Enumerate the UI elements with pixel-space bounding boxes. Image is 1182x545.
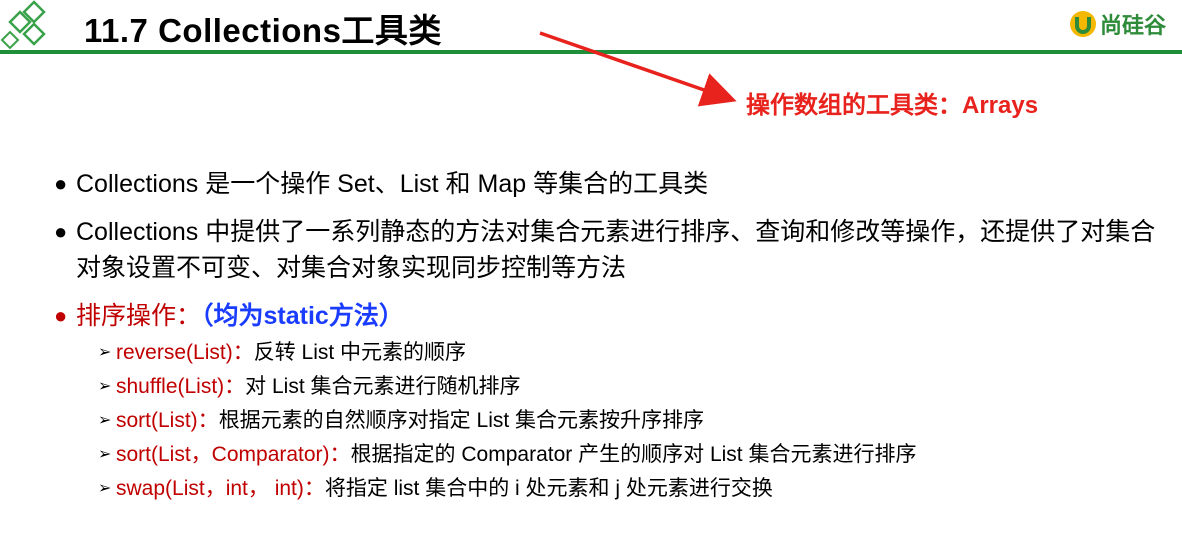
bullet-item: ● Collections 中提供了一系列静态的方法对集合元素进行排序、查询和修… — [54, 214, 1164, 286]
bullet-dot-icon: ● — [54, 171, 68, 196]
bullet-text: Collections 中提供了一系列静态的方法对集合元素进行排序、查询和修改等… — [76, 218, 1156, 282]
arrowhead-bullet-icon: ➢ — [98, 446, 112, 463]
method-description: 反转 List 中元素的顺序 — [253, 341, 467, 364]
list-item: ➢ swap(List，int， int)： 将指定 list 集合中的 i 处… — [98, 472, 1164, 506]
method-signature: sort(List，Comparator)： — [116, 443, 351, 466]
title-divider — [0, 50, 1182, 54]
list-item: ➢ sort(List，Comparator)： 根据指定的 Comparato… — [98, 438, 1164, 472]
bullet-dot-icon: ● — [54, 219, 68, 244]
sort-section-heading: ● 排序操作：（均为static方法） — [54, 298, 1164, 334]
list-item: ➢ shuffle(List)： 对 List 集合元素进行随机排序 — [98, 370, 1164, 404]
content-body: ● Collections 是一个操作 Set、List 和 Map 等集合的工… — [54, 166, 1164, 506]
brand-u-icon — [1069, 11, 1096, 37]
arrowhead-bullet-icon: ➢ — [98, 344, 112, 361]
method-signature: sort(List)： — [116, 409, 219, 432]
method-signature: reverse(List)： — [116, 341, 254, 364]
sort-method-list: ➢ reverse(List)： 反转 List 中元素的顺序 ➢ shuffl… — [98, 336, 1164, 506]
arrays-annotation: 操作数组的工具类：Arrays — [746, 92, 1039, 119]
arrowhead-bullet-icon: ➢ — [98, 412, 112, 429]
method-signature: shuffle(List)： — [116, 375, 246, 398]
bullet-item: ● Collections 是一个操作 Set、List 和 Map 等集合的工… — [54, 166, 1164, 202]
bullet-text: Collections 是一个操作 Set、List 和 Map 等集合的工具类 — [76, 170, 709, 198]
brand-logo: 尚硅谷 — [1068, 8, 1166, 40]
page-title: 11.7 Collections工具类 — [84, 12, 442, 49]
list-item: ➢ reverse(List)： 反转 List 中元素的顺序 — [98, 336, 1164, 370]
method-description: 根据指定的 Comparator 产生的顺序对 List 集合元素进行排序 — [350, 443, 917, 466]
sort-heading-paren: （均为static方法） — [201, 302, 404, 330]
diamond-logo-icon — [0, 0, 46, 50]
bullet-dot-icon: ● — [54, 303, 68, 328]
arrowhead-bullet-icon: ➢ — [98, 480, 112, 497]
list-item: ➢ sort(List)： 根据元素的自然顺序对指定 List 集合元素按升序排… — [98, 404, 1164, 438]
method-description: 对 List 集合元素进行随机排序 — [245, 375, 521, 398]
arrowhead-bullet-icon: ➢ — [98, 378, 112, 395]
method-description: 将指定 list 集合中的 i 处元素和 j 处元素进行交换 — [324, 477, 773, 500]
method-description: 根据元素的自然顺序对指定 List 集合元素按升序排序 — [218, 409, 705, 432]
method-signature: swap(List，int， int)： — [116, 477, 325, 500]
brand-name: 尚硅谷 — [1099, 13, 1166, 38]
sort-heading-label: 排序操作： — [76, 302, 202, 330]
